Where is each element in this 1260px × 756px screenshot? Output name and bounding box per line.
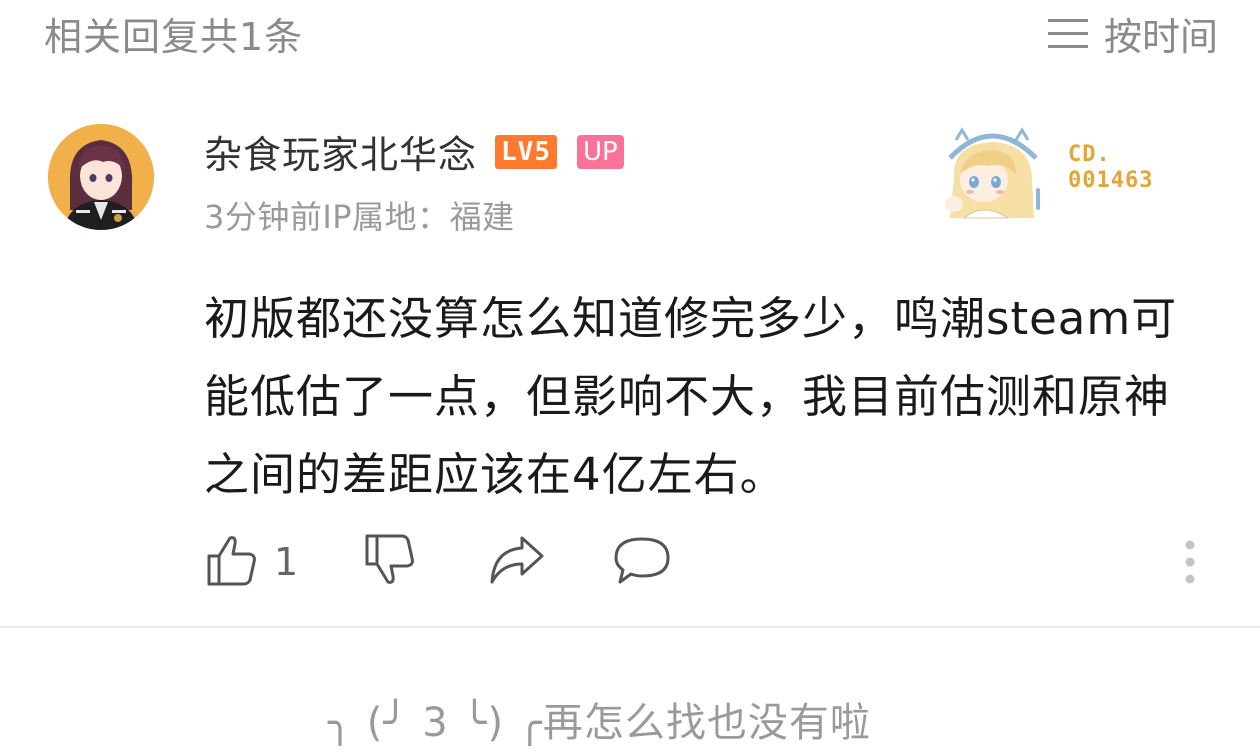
like-count: 1	[274, 540, 299, 584]
end-of-list-text: ╮ (╯ 3 ╰) ╭再怎么找也没有啦	[328, 700, 871, 746]
reply-count-label: 相关回复共1条	[44, 15, 304, 59]
level-badge: LV5	[495, 134, 557, 169]
like-button[interactable]: 1	[204, 532, 298, 592]
more-vertical-icon	[1180, 540, 1200, 592]
sort-label: 按时间	[1103, 15, 1218, 59]
share-arrow-icon	[488, 534, 546, 590]
up-badge: UP	[576, 134, 624, 169]
divider	[0, 626, 1260, 628]
more-options-button[interactable]	[1180, 538, 1200, 588]
thumbs-down-icon	[362, 532, 418, 592]
comment-header: 杂食玩家北华念 LV5 UP	[204, 124, 624, 179]
fan-decoration-image[interactable]	[936, 118, 1048, 224]
decoration-code: CD. 001463	[1068, 142, 1154, 193]
comment-bubble-icon	[612, 534, 672, 590]
comment-meta: 3分钟前IP属地：福建	[204, 198, 515, 236]
thumbs-up-icon	[204, 532, 260, 592]
sort-lines-icon	[1046, 16, 1090, 52]
dislike-button[interactable]	[362, 532, 418, 592]
user-avatar[interactable]	[48, 124, 154, 230]
comment-content: 初版都还没算怎么知道修完多少，鸣潮steam可能低估了一点，但影响不大，我目前估…	[204, 292, 1178, 501]
share-button[interactable]	[488, 534, 546, 590]
sort-by-time-button[interactable]: 按时间	[1046, 6, 1218, 61]
username[interactable]: 杂食玩家北华念	[204, 124, 477, 179]
reply-button[interactable]	[612, 534, 672, 590]
